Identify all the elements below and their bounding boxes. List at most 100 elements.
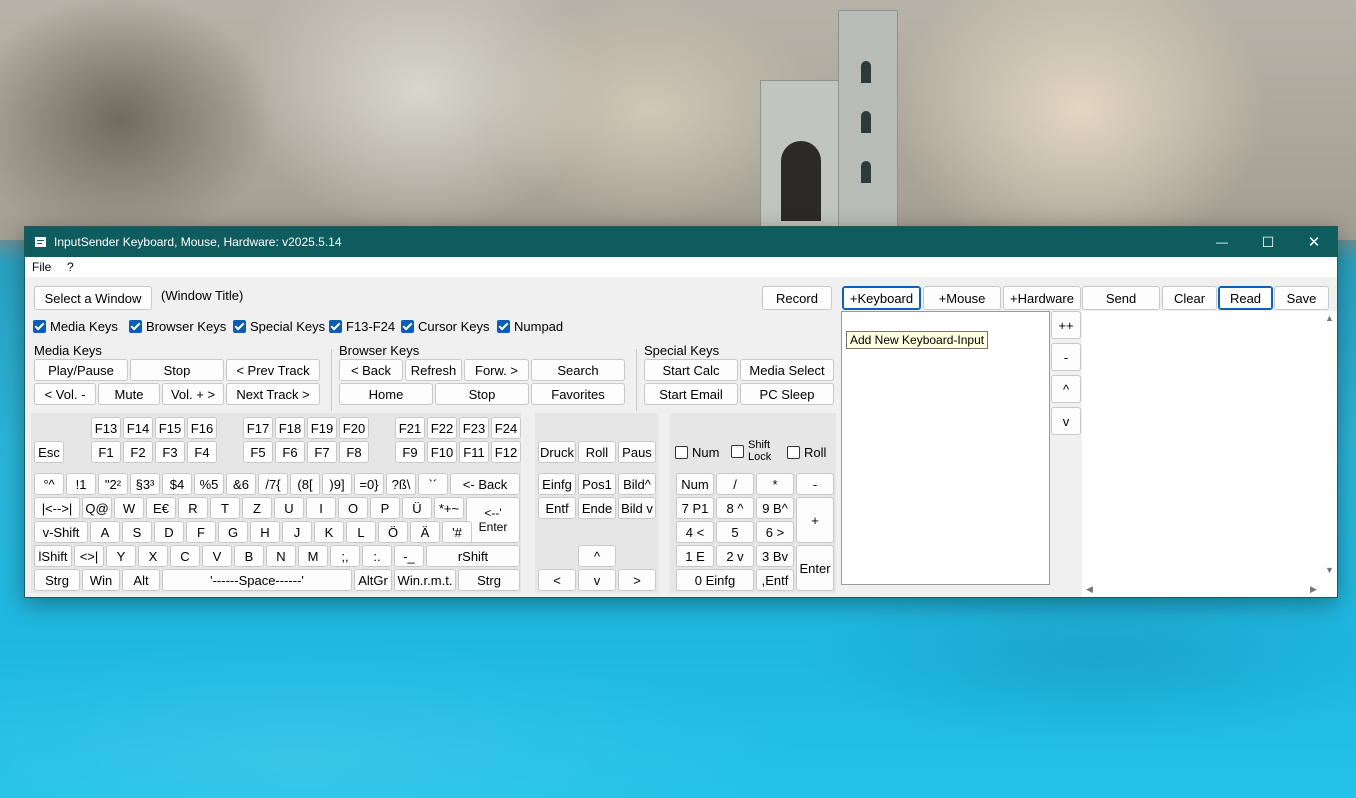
cursor-key[interactable]: Pos1 <box>578 473 616 495</box>
clear-button[interactable]: Clear <box>1162 286 1217 310</box>
key[interactable]: /7{ <box>258 473 288 495</box>
cursor-key[interactable]: Bild^ <box>618 473 656 495</box>
f-key[interactable]: F9 <box>395 441 425 463</box>
select-window-button[interactable]: Select a Window <box>34 286 152 310</box>
f-key[interactable]: F14 <box>123 417 153 439</box>
key[interactable]: Q@ <box>82 497 112 519</box>
special-key[interactable]: Media Select <box>740 359 834 381</box>
numpad-key[interactable]: ,Entf <box>756 569 794 591</box>
scroll-down-icon[interactable]: ▼ <box>1325 565 1334 575</box>
key[interactable]: T <box>210 497 240 519</box>
special-key[interactable]: Start Calc <box>644 359 738 381</box>
key[interactable]: $4 <box>162 473 192 495</box>
vertical-scrollbar[interactable]: ▲ ▼ <box>1323 311 1337 583</box>
media-key[interactable]: < Vol. - <box>34 383 96 405</box>
browser-key[interactable]: Search <box>531 359 625 381</box>
f-key[interactable]: F23 <box>459 417 489 439</box>
numpad-key[interactable]: 7 P1 <box>676 497 714 519</box>
key[interactable]: (8[ <box>290 473 320 495</box>
right-shift-key[interactable]: rShift <box>426 545 520 567</box>
media-key[interactable]: Mute <box>98 383 160 405</box>
f-key[interactable]: F2 <box>123 441 153 463</box>
cursor-key[interactable]: Ende <box>578 497 616 519</box>
key[interactable]: Ö <box>378 521 408 543</box>
win-key[interactable]: Win <box>82 569 120 591</box>
key[interactable]: U <box>274 497 304 519</box>
numpad-key[interactable]: 0 Einfg <box>676 569 754 591</box>
menu-key[interactable]: Win.r.m.t. <box>394 569 456 591</box>
key[interactable]: V <box>202 545 232 567</box>
numpad-enter-key[interactable]: Enter <box>796 545 834 591</box>
key[interactable]: !1 <box>66 473 96 495</box>
input-list[interactable] <box>841 311 1050 585</box>
key[interactable]: E€ <box>146 497 176 519</box>
f-key[interactable]: F12 <box>491 441 521 463</box>
browser-key[interactable]: Favorites <box>531 383 625 405</box>
special-key[interactable]: Start Email <box>644 383 738 405</box>
maximize-button[interactable]: ☐ <box>1245 227 1291 257</box>
cursor-key[interactable]: Druck <box>538 441 576 463</box>
numpad-key[interactable]: 8 ^ <box>716 497 754 519</box>
f-key[interactable]: F5 <box>243 441 273 463</box>
key[interactable]: P <box>370 497 400 519</box>
key[interactable]: %5 <box>194 473 224 495</box>
key[interactable]: &6 <box>226 473 256 495</box>
key[interactable]: D <box>154 521 184 543</box>
f-key[interactable]: F7 <box>307 441 337 463</box>
f-key[interactable]: F19 <box>307 417 337 439</box>
move-up-button[interactable]: ^ <box>1051 375 1081 403</box>
cursor-key[interactable]: Bild v <box>618 497 656 519</box>
arrow-key[interactable]: v <box>578 569 616 591</box>
key[interactable]: *+~ <box>434 497 464 519</box>
numpad-key[interactable]: / <box>716 473 754 495</box>
menu-help[interactable]: ? <box>67 260 74 274</box>
special-key[interactable]: PC Sleep <box>740 383 834 405</box>
media-key[interactable]: Next Track > <box>226 383 320 405</box>
numpad-key[interactable]: 9 B^ <box>756 497 794 519</box>
key[interactable]: L <box>346 521 376 543</box>
cursor-key[interactable]: Paus <box>618 441 656 463</box>
horizontal-scrollbar[interactable]: ◀ ▶ <box>1082 583 1323 597</box>
key[interactable]: R <box>178 497 208 519</box>
backspace-key[interactable]: <- Back <box>450 473 520 495</box>
num-lock-checkbox[interactable]: Num <box>675 445 719 460</box>
browser-keys-checkbox[interactable]: Browser Keys <box>129 319 226 334</box>
left-shift-key[interactable]: lShift <box>34 545 72 567</box>
f13-f24-checkbox[interactable]: F13-F24 <box>329 319 395 334</box>
media-key[interactable]: Play/Pause <box>34 359 128 381</box>
f-key[interactable]: F11 <box>459 441 489 463</box>
media-key[interactable]: < Prev Track <box>226 359 320 381</box>
key[interactable]: A <box>90 521 120 543</box>
browser-key[interactable]: Home <box>339 383 433 405</box>
key[interactable]: Ä <box>410 521 440 543</box>
media-key[interactable]: Vol. + > <box>162 383 224 405</box>
cursor-key[interactable]: Einfg <box>538 473 576 495</box>
save-button[interactable]: Save <box>1274 286 1329 310</box>
ctrl-key[interactable]: Strg <box>458 569 520 591</box>
enter-key[interactable]: <--' Enter <box>466 497 520 543</box>
f-key[interactable]: F16 <box>187 417 217 439</box>
key[interactable]: °^ <box>34 473 64 495</box>
f-key[interactable]: F20 <box>339 417 369 439</box>
numpad-key[interactable]: 4 < <box>676 521 714 543</box>
key[interactable]: "2² <box>98 473 128 495</box>
key[interactable]: Y <box>106 545 136 567</box>
f-key[interactable]: F17 <box>243 417 273 439</box>
f-key[interactable]: F22 <box>427 417 457 439</box>
scroll-lock-checkbox[interactable]: Roll <box>787 445 826 460</box>
key[interactable]: G <box>218 521 248 543</box>
f-key[interactable]: F1 <box>91 441 121 463</box>
f-key[interactable]: F18 <box>275 417 305 439</box>
f-key[interactable]: F21 <box>395 417 425 439</box>
key[interactable]: K <box>314 521 344 543</box>
numpad-key[interactable]: 5 <box>716 521 754 543</box>
numpad-key[interactable]: 3 Bv <box>756 545 794 567</box>
add-mouse-button[interactable]: +Mouse <box>923 286 1001 310</box>
numpad-key[interactable]: - <box>796 473 834 495</box>
output-text-area[interactable] <box>1082 311 1337 597</box>
key[interactable]: B <box>234 545 264 567</box>
key[interactable]: =0} <box>354 473 384 495</box>
read-button[interactable]: Read <box>1218 286 1273 310</box>
f-key[interactable]: F10 <box>427 441 457 463</box>
arrow-up-key[interactable]: ^ <box>578 545 616 567</box>
